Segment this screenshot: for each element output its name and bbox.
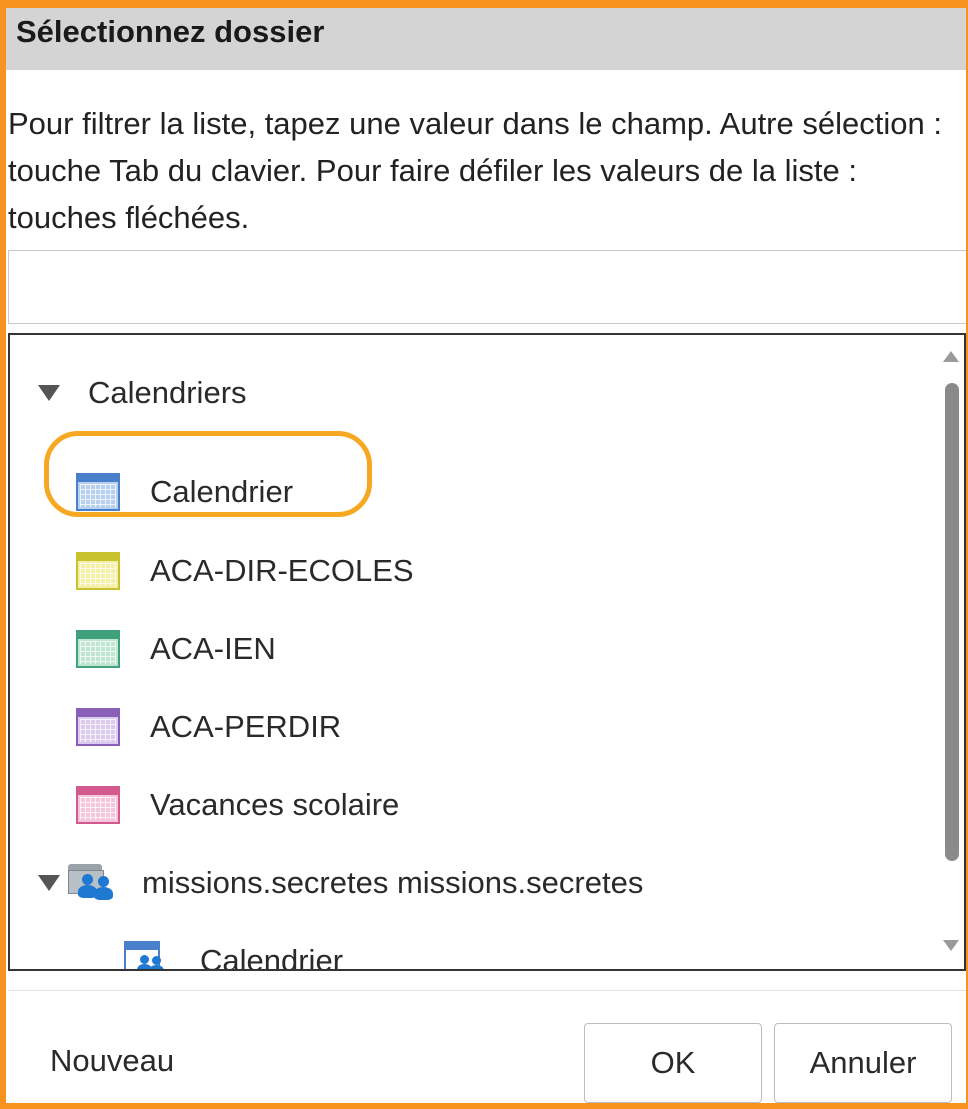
instructions-text: Pour filtrer la liste, tapez une valeur … — [8, 106, 942, 235]
new-button[interactable]: Nouveau — [50, 1043, 174, 1079]
shared-folder-icon — [68, 860, 120, 906]
tree-item-label: ACA-PERDIR — [150, 709, 342, 744]
tree-item-label: Calendrier — [200, 943, 344, 971]
calendar-icon — [76, 786, 120, 824]
scroll-down-icon[interactable] — [943, 940, 959, 951]
ok-button[interactable]: OK — [584, 1023, 762, 1103]
tree-group-calendriers[interactable]: Calendriers — [38, 363, 247, 423]
tree-item-label: ACA-DIR-ECOLES — [150, 553, 414, 588]
tree-item-aca-perdir[interactable]: ACA-PERDIR — [76, 697, 341, 757]
scroll-up-icon[interactable] — [943, 351, 959, 362]
expand-arrow-icon[interactable] — [38, 875, 60, 891]
tree-item-vacances-scolaire[interactable]: Vacances scolaire — [76, 775, 399, 835]
tree-item-shared-calendrier[interactable]: Calendrier — [124, 931, 344, 971]
tree-item-label: ACA-IEN — [150, 631, 276, 666]
cancel-button[interactable]: Annuler — [774, 1023, 952, 1103]
folder-tree: Calendriers Calendrier ACA-DIR-ECOLES AC… — [8, 333, 966, 971]
dialog-titlebar: Sélectionnez dossier — [6, 8, 968, 70]
footer-divider — [8, 990, 968, 991]
tree-group-label: Calendriers — [88, 375, 247, 410]
calendar-icon — [76, 552, 120, 590]
tree-item-label: Vacances scolaire — [150, 787, 400, 822]
tree-item-calendrier[interactable]: Calendrier — [76, 462, 293, 522]
calendar-icon — [76, 708, 120, 746]
scroll-thumb[interactable] — [945, 383, 959, 861]
calendar-icon — [76, 473, 120, 511]
calendar-icon — [76, 630, 120, 668]
tree-item-aca-dir-ecoles[interactable]: ACA-DIR-ECOLES — [76, 541, 414, 601]
dialog-title: Sélectionnez dossier — [16, 14, 325, 49]
tree-scrollbar[interactable] — [938, 335, 964, 969]
filter-input[interactable] — [8, 250, 968, 324]
tree-group-missions-secretes[interactable]: missions.secretes missions.secretes — [38, 853, 643, 913]
tree-group-label: missions.secretes missions.secretes — [142, 865, 644, 900]
tree-item-label: Calendrier — [150, 474, 294, 509]
shared-calendar-icon — [124, 941, 168, 969]
expand-arrow-icon[interactable] — [38, 385, 60, 401]
tree-item-aca-ien[interactable]: ACA-IEN — [76, 619, 276, 679]
